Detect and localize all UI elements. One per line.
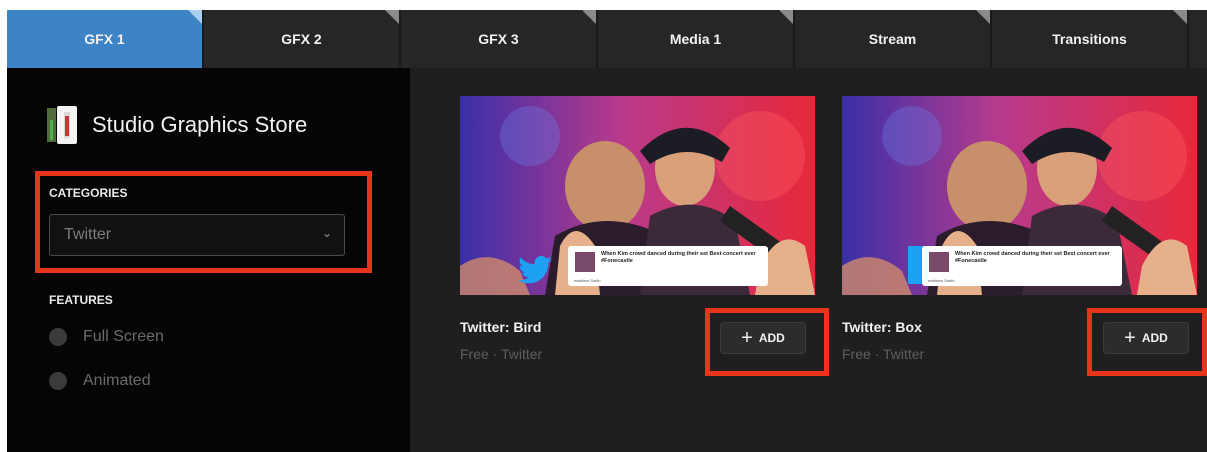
card-thumbnail-twitter-bird[interactable]: When Kim crowd danced during their set B… — [460, 96, 815, 295]
card-subtitle: Free · Twitter — [842, 346, 925, 362]
tab-label: Stream — [868, 31, 917, 47]
feature-label: Full Screen — [83, 328, 164, 345]
graphics-grid: When Kim crowd danced during their set B… — [410, 68, 1207, 452]
tweet-handle: matthew Smith — [928, 278, 955, 283]
tab-label: Transitions — [1052, 31, 1127, 47]
tab-gfx-2[interactable]: GFX 2 — [204, 10, 399, 68]
sidebar: Studio Graphics Store CATEGORIES Twitter… — [7, 68, 410, 452]
tab-stream[interactable]: Stream — [795, 10, 990, 68]
tab-corner-icon — [1173, 10, 1187, 24]
tweet-card-preview: When Kim crowd danced during their set B… — [922, 246, 1122, 286]
feature-label: Animated — [83, 372, 151, 389]
tab-gfx-3[interactable]: GFX 3 — [401, 10, 596, 68]
card-title: Twitter: Bird — [460, 319, 542, 335]
tab-corner-icon — [385, 10, 399, 24]
tab-label: Media 1 — [669, 31, 722, 47]
tweet-handle: matthew Smith — [574, 278, 601, 283]
tweet-text: When Kim crowd danced during their set B… — [601, 251, 756, 264]
tab-bar: GFX 1 GFX 2 GFX 3 Media 1 Stream Transit… — [7, 10, 1207, 68]
tab-corner-icon — [582, 10, 596, 24]
card-subtitle: Free · Twitter — [460, 346, 543, 362]
avatar — [575, 252, 595, 272]
tab-gfx-1[interactable]: GFX 1 — [7, 10, 202, 68]
categories-highlight-box — [35, 171, 372, 273]
feature-full-screen[interactable]: Full Screen — [49, 328, 164, 346]
add-highlight-box — [1087, 308, 1207, 376]
card-thumbnail-twitter-box[interactable]: When Kim crowd danced during their set B… — [842, 96, 1197, 295]
tab-label: GFX 1 — [84, 31, 125, 47]
app-window: GFX 1 GFX 2 GFX 3 Media 1 Stream Transit… — [7, 10, 1207, 452]
store-title: Studio Graphics Store — [92, 112, 308, 137]
tweet-card-preview: When Kim crowd danced during their set B… — [568, 246, 768, 286]
tab-corner-icon — [779, 10, 793, 24]
store-logo-icon — [47, 106, 77, 144]
add-highlight-box — [705, 308, 829, 376]
radio-dot-icon — [49, 372, 67, 390]
tab-label: GFX 3 — [478, 31, 519, 47]
card-title: Twitter: Box — [842, 319, 922, 335]
tab-corner-icon — [976, 10, 990, 24]
tab-label: GFX 2 — [281, 31, 322, 47]
features-label: FEATURES — [49, 293, 113, 307]
avatar — [929, 252, 949, 272]
twitter-bird-icon — [518, 256, 552, 284]
tab-corner-icon — [188, 10, 202, 24]
tab-media-1[interactable]: Media 1 — [598, 10, 793, 68]
tab-transitions[interactable]: Transitions — [992, 10, 1187, 68]
feature-animated[interactable]: Animated — [49, 372, 151, 390]
radio-dot-icon — [49, 328, 67, 346]
tab-overflow[interactable] — [1189, 10, 1207, 68]
tweet-text: When Kim crowd danced during their set B… — [955, 251, 1110, 264]
